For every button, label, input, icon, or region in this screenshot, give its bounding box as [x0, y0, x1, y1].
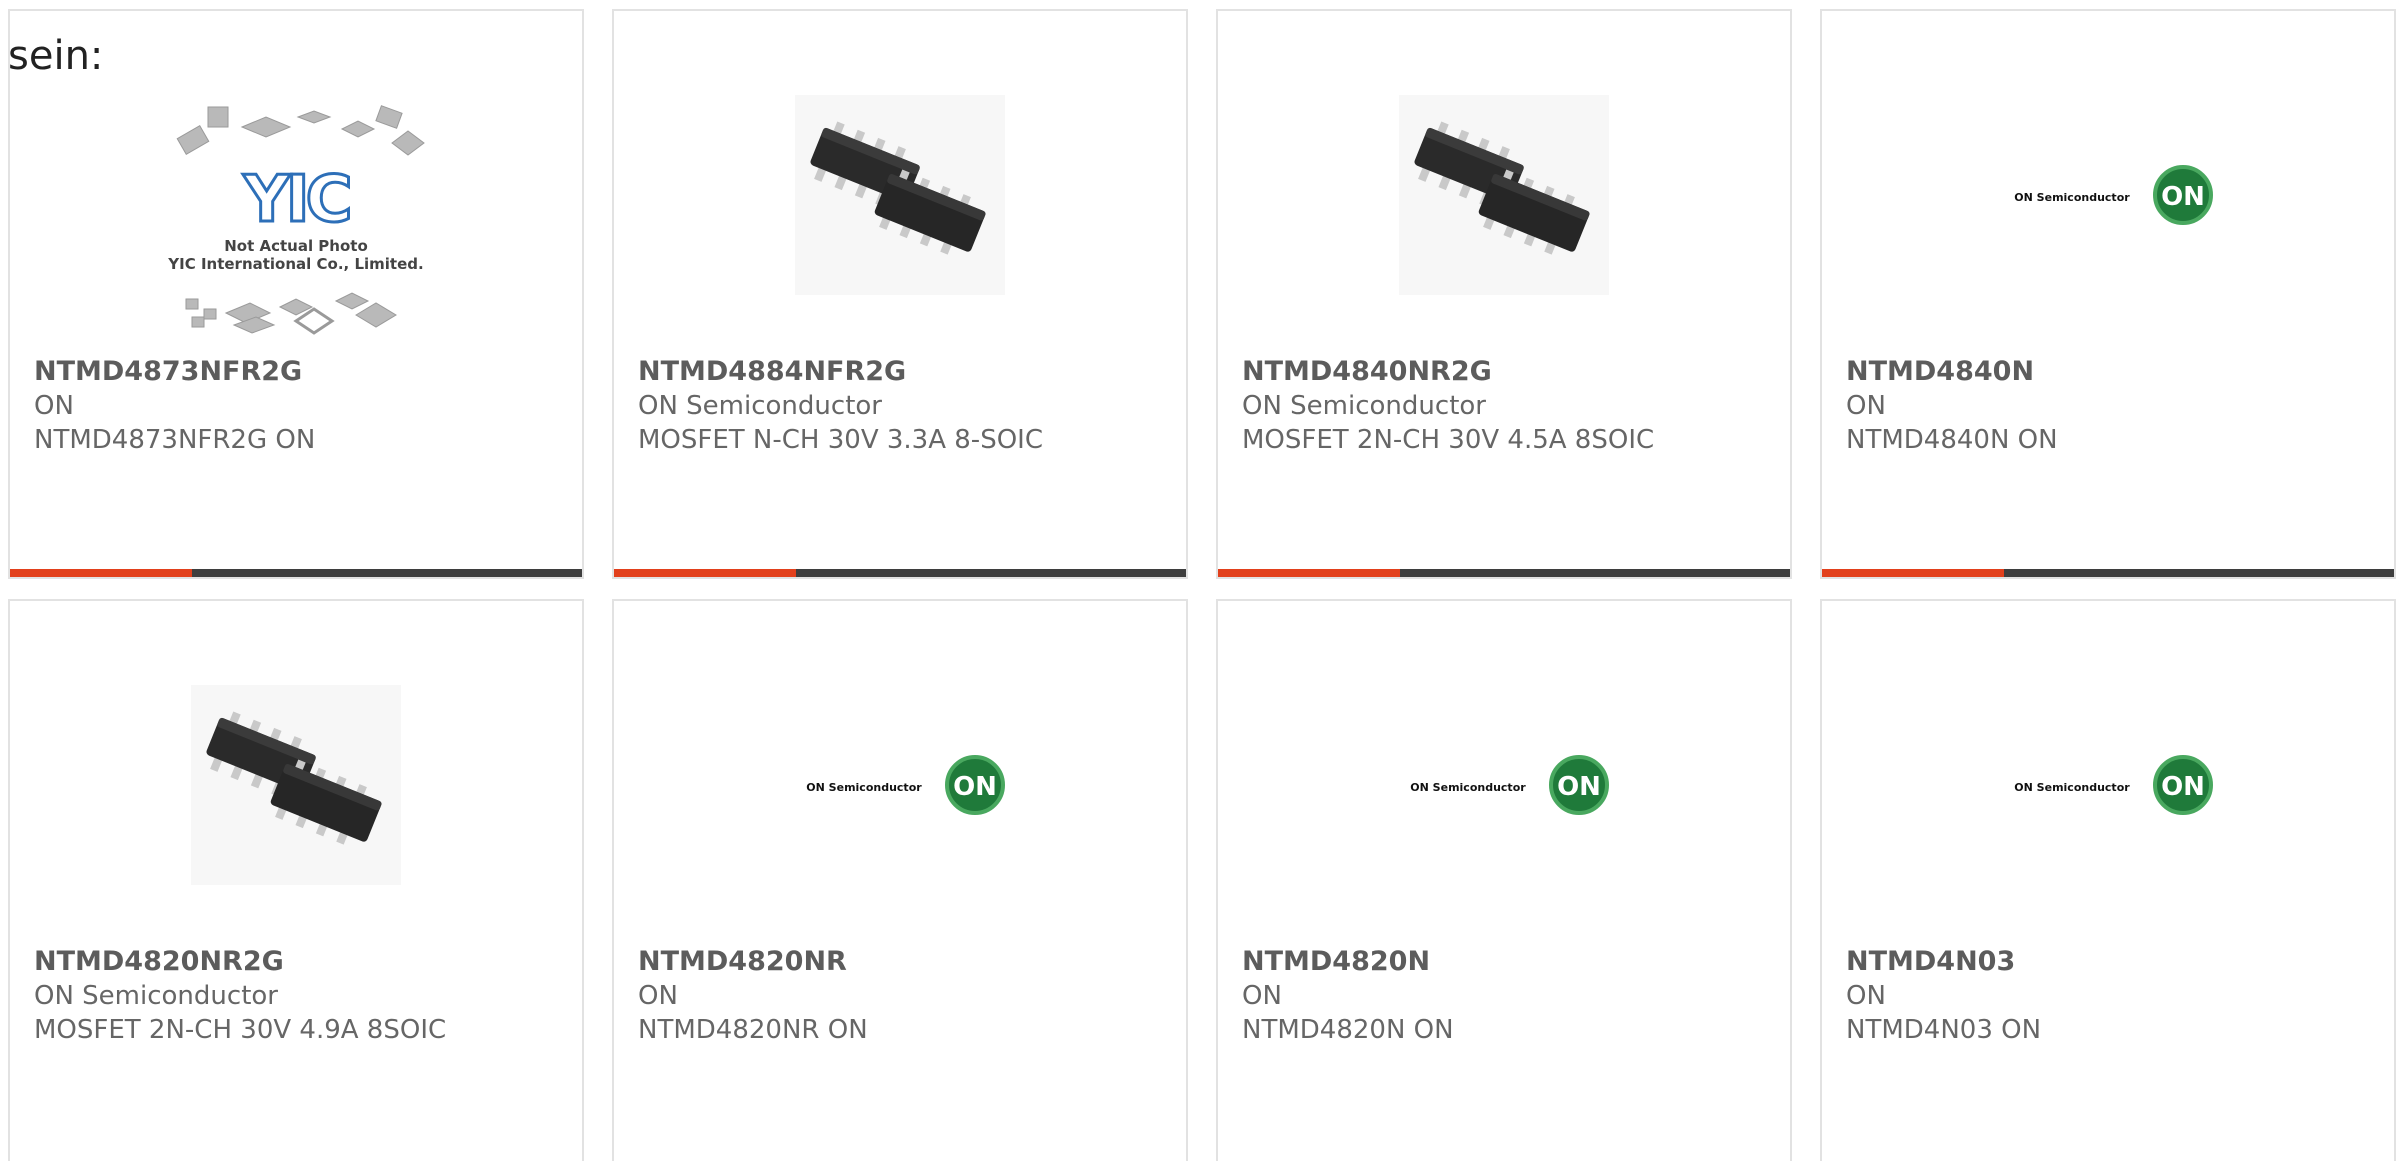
product-info: NTMD4820NR2G ON Semiconductor MOSFET 2N-… — [34, 945, 570, 1047]
part-number[interactable]: NTMD4820NR2G — [34, 945, 570, 979]
card-bottom-bar — [10, 569, 582, 577]
yic-company-text: YIC International Co., Limited. — [167, 255, 423, 273]
not-actual-photo-text: Not Actual Photo — [224, 237, 368, 255]
product-info: NTMD4873NFR2G ON NTMD4873NFR2G ON — [34, 355, 570, 457]
on-semi-wordmark: ON Semiconductor — [806, 781, 922, 794]
description: NTMD4N03 ON — [1846, 1015, 2042, 1045]
product-card[interactable]: NTMD4840NR2G ON Semiconductor MOSFET 2N-… — [1216, 9, 1792, 579]
on-logo-badge: ON — [2161, 182, 2205, 212]
product-card[interactable]: ON Semiconductor ON NTMD4820N ON NTMD482… — [1216, 599, 1792, 1161]
part-number[interactable]: NTMD4820NR — [638, 945, 1174, 979]
part-number[interactable]: NTMD4840N — [1846, 355, 2382, 389]
card-accent-bar — [614, 569, 796, 577]
card-bottom-bar — [1822, 569, 2394, 577]
product-image-soic — [1218, 95, 1790, 295]
manufacturer: ON — [638, 981, 678, 1011]
manufacturer: ON Semiconductor — [34, 981, 278, 1011]
manufacturer: ON — [1846, 391, 1886, 421]
product-info: NTMD4N03 ON NTMD4N03 ON — [1846, 945, 2382, 1047]
on-semiconductor-logo: ON Semiconductor ON — [1822, 161, 2394, 361]
description: NTMD4820N ON — [1242, 1015, 1454, 1045]
description: NTMD4820NR ON — [638, 1015, 868, 1045]
product-image-soic — [10, 685, 582, 885]
product-image-placeholder: YIC Not Actual Photo YIC International C… — [10, 103, 582, 335]
on-semi-wordmark: ON Semiconductor — [2014, 781, 2130, 794]
manufacturer: ON Semiconductor — [638, 391, 882, 421]
description: MOSFET 2N-CH 30V 4.5A 8SOIC — [1242, 425, 1655, 455]
part-number[interactable]: NTMD4840NR2G — [1242, 355, 1778, 389]
part-number[interactable]: NTMD4820N — [1242, 945, 1778, 979]
section-heading: sein: — [8, 33, 104, 79]
description: MOSFET N-CH 30V 3.3A 8-SOIC — [638, 425, 1043, 455]
on-logo-badge: ON — [2161, 772, 2205, 802]
product-info: NTMD4820N ON NTMD4820N ON — [1242, 945, 1778, 1047]
part-number[interactable]: NTMD4N03 — [1846, 945, 2382, 979]
product-card[interactable]: YIC Not Actual Photo YIC International C… — [8, 9, 584, 579]
card-bottom-bar — [614, 569, 1186, 577]
description: MOSFET 2N-CH 30V 4.9A 8SOIC — [34, 1015, 447, 1045]
card-accent-bar — [1822, 569, 2004, 577]
card-accent-bar — [10, 569, 192, 577]
card-bottom-bar — [1218, 569, 1790, 577]
product-card[interactable]: NTMD4820NR2G ON Semiconductor MOSFET 2N-… — [8, 599, 584, 1161]
description: NTMD4840N ON — [1846, 425, 2058, 455]
product-info: NTMD4820NR ON NTMD4820NR ON — [638, 945, 1174, 1047]
product-image-soic — [614, 95, 1186, 295]
on-logo-badge: ON — [953, 772, 997, 802]
product-card[interactable]: NTMD4884NFR2G ON Semiconductor MOSFET N-… — [612, 9, 1188, 579]
product-grid-page: sein: YIC Not Actual Photo YIC Internati… — [0, 0, 2400, 1161]
on-semiconductor-logo: ON Semiconductor ON — [614, 751, 1186, 951]
product-card[interactable]: ON Semiconductor ON NTMD4840N ON NTMD484… — [1820, 9, 2396, 579]
product-card[interactable]: ON Semiconductor ON NTMD4N03 ON NTMD4N03… — [1820, 599, 2396, 1161]
manufacturer: ON — [34, 391, 74, 421]
product-info: NTMD4840NR2G ON Semiconductor MOSFET 2N-… — [1242, 355, 1778, 457]
on-semiconductor-logo: ON Semiconductor ON — [1822, 751, 2394, 951]
product-info: NTMD4884NFR2G ON Semiconductor MOSFET N-… — [638, 355, 1174, 457]
on-semi-wordmark: ON Semiconductor — [1410, 781, 1526, 794]
on-semiconductor-logo: ON Semiconductor ON — [1218, 751, 1790, 951]
description: NTMD4873NFR2G ON — [34, 425, 316, 455]
on-logo-badge: ON — [1557, 772, 1601, 802]
yic-logo-text: YIC — [242, 163, 348, 237]
manufacturer: ON Semiconductor — [1242, 391, 1486, 421]
part-number[interactable]: NTMD4884NFR2G — [638, 355, 1174, 389]
product-info: NTMD4840N ON NTMD4840N ON — [1846, 355, 2382, 457]
card-accent-bar — [1218, 569, 1400, 577]
manufacturer: ON — [1242, 981, 1282, 1011]
part-number[interactable]: NTMD4873NFR2G — [34, 355, 570, 389]
product-card[interactable]: ON Semiconductor ON NTMD4820NR ON NTMD48… — [612, 599, 1188, 1161]
on-semi-wordmark: ON Semiconductor — [2014, 191, 2130, 204]
manufacturer: ON — [1846, 981, 1886, 1011]
